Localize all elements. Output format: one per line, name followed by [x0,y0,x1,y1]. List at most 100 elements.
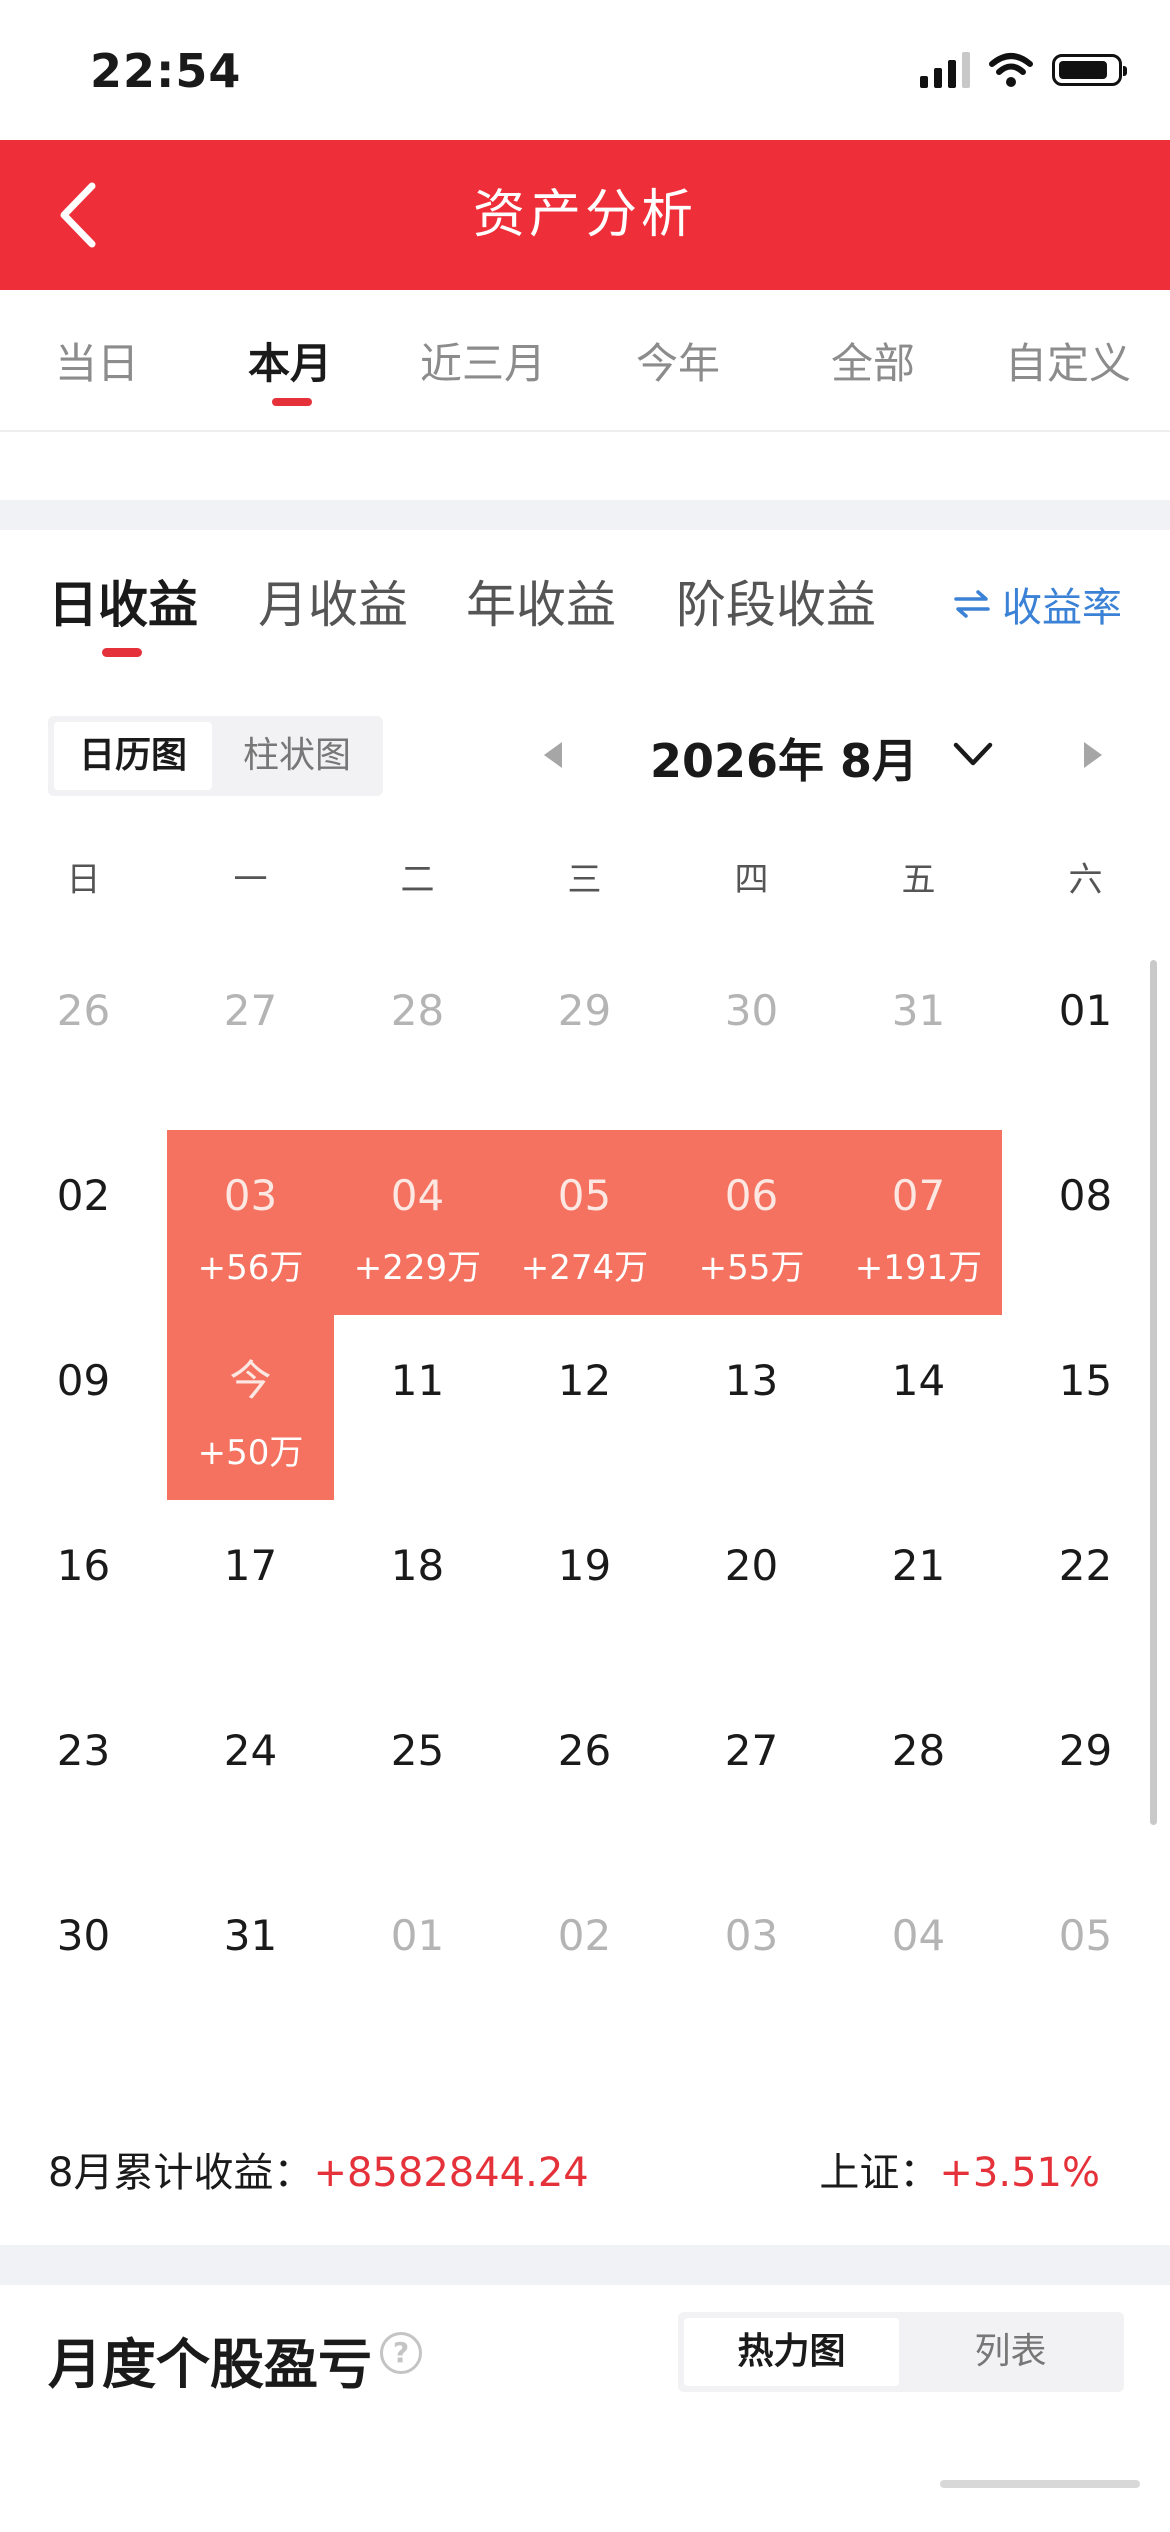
calendar-day[interactable]: 18 [334,1500,501,1685]
day-number: 15 [1058,1356,1113,1405]
tab-today[interactable]: 当日 [7,330,187,391]
day-earnings: +191万 [854,1248,983,1288]
tab-daily-earnings[interactable]: 日收益 [48,565,198,637]
calendar-day[interactable]: 09 [0,1315,167,1500]
calendar-day[interactable]: 26 [501,1685,668,1870]
home-indicator [940,2480,1140,2488]
day-number: 04 [891,1911,946,1960]
calendar-day[interactable]: 13 [668,1315,835,1500]
calendar-day[interactable]: 08 [1002,1130,1169,1315]
tab-all[interactable]: 全部 [783,330,963,391]
yield-rate-toggle[interactable]: 收益率 [954,575,1122,633]
calendar-day[interactable]: 11 [334,1315,501,1500]
calendar-view-button[interactable]: 日历图 [54,722,212,790]
day-number: 29 [557,986,612,1035]
day-earnings: +56万 [197,1248,304,1288]
stock-view-toggle: 热力图 列表 [678,2312,1124,2392]
weekday-label: 日 [66,860,101,900]
bar-view-button[interactable]: 柱状图 [218,722,376,790]
day-number: 31 [891,986,946,1035]
calendar-day[interactable]: 26 [0,945,167,1130]
tab-yearly-earnings[interactable]: 年收益 [466,565,616,637]
calendar-day[interactable]: 31 [835,945,1002,1130]
wifi-icon [989,53,1033,87]
index-value: +3.51% [939,2150,1100,2196]
app-header: 资产分析 [0,140,1170,290]
calendar-day[interactable]: 17 [167,1500,334,1685]
calendar-day[interactable]: 30 [668,945,835,1130]
calendar-day[interactable]: 24 [167,1685,334,1870]
calendar-day[interactable]: 31 [167,1870,334,2055]
period-tabs: 当日 本月 近三月 今年 全部 自定义 [0,290,1170,430]
day-number: 27 [724,1726,779,1775]
day-number: 26 [56,986,111,1035]
index-label: 上证： [819,2150,940,2196]
calendar-day[interactable]: 05 [1002,1870,1169,2055]
day-number: 22 [1058,1541,1113,1590]
calendar-day[interactable]: 01 [1002,945,1169,1130]
calendar-day[interactable]: 02 [501,1870,668,2055]
calendar-day[interactable]: 01 [334,1870,501,2055]
calendar-day[interactable]: 12 [501,1315,668,1500]
status-time: 22:54 [90,44,242,98]
day-number: 05 [1058,1911,1113,1960]
scrollbar[interactable] [1150,960,1157,1825]
weekday-label: 二 [400,860,435,900]
calendar-day[interactable]: 30 [0,1870,167,2055]
tab-monthly-earnings[interactable]: 月收益 [258,565,408,637]
calendar-day[interactable]: 21 [835,1500,1002,1685]
tab-custom[interactable]: 自定义 [978,330,1158,391]
day-number: 30 [724,986,779,1035]
next-month-icon[interactable] [1080,740,1106,770]
calendar-day-gain[interactable]: 04 +229万 [334,1130,501,1315]
calendar-day-gain[interactable]: 07 +191万 [835,1130,1002,1315]
calendar-day[interactable]: 28 [334,945,501,1130]
calendar-day[interactable]: 19 [501,1500,668,1685]
tab-this-month[interactable]: 本月 [200,330,380,391]
day-number: 12 [557,1356,612,1405]
list-button[interactable]: 列表 [903,2318,1118,2386]
calendar-day[interactable]: 27 [167,945,334,1130]
month-label: 2026年 8月 [650,734,919,788]
day-number: 01 [390,1911,445,1960]
calendar-day-gain[interactable]: 06 +55万 [668,1130,835,1315]
weekday-label: 四 [734,860,769,900]
heatmap-button[interactable]: 热力图 [684,2318,899,2386]
day-number: 19 [557,1541,612,1590]
day-number: 30 [56,1911,111,1960]
calendar-day[interactable]: 20 [668,1500,835,1685]
calendar-day[interactable]: 29 [501,945,668,1130]
calendar-day[interactable]: 14 [835,1315,1002,1500]
day-number: 09 [56,1356,111,1405]
status-bar: 22:54 [0,0,1170,140]
day-number: 02 [557,1911,612,1960]
calendar-day[interactable]: 15 [1002,1315,1169,1500]
day-number: 13 [724,1356,779,1405]
day-number: 06 [724,1171,779,1220]
calendar-day[interactable]: 04 [835,1870,1002,2055]
calendar-day[interactable]: 27 [668,1685,835,1870]
calendar-day[interactable]: 28 [835,1685,1002,1870]
day-number: 14 [891,1356,946,1405]
calendar-day-gain[interactable]: 05 +274万 [501,1130,668,1315]
calendar-day-gain[interactable]: 今 +50万 [167,1315,334,1500]
calendar-day-gain[interactable]: 03 +56万 [167,1130,334,1315]
calendar-day[interactable]: 25 [334,1685,501,1870]
day-number: 21 [891,1541,946,1590]
prev-month-icon[interactable] [540,740,566,770]
calendar-day[interactable]: 29 [1002,1685,1169,1870]
day-number: 02 [56,1171,111,1220]
calendar-day[interactable]: 16 [0,1500,167,1685]
section-separator [0,500,1170,530]
calendar-day[interactable]: 22 [1002,1500,1169,1685]
tab-last-three-months[interactable]: 近三月 [393,330,573,391]
tab-period-earnings[interactable]: 阶段收益 [676,565,876,637]
day-number: 18 [390,1541,445,1590]
day-number: 29 [1058,1726,1113,1775]
calendar-day[interactable]: 03 [668,1870,835,2055]
calendar-day[interactable]: 23 [0,1685,167,1870]
chevron-down-icon[interactable] [950,735,996,775]
tab-this-year[interactable]: 今年 [588,330,768,391]
calendar-day[interactable]: 02 [0,1130,167,1315]
help-icon[interactable]: ? [380,2332,422,2374]
